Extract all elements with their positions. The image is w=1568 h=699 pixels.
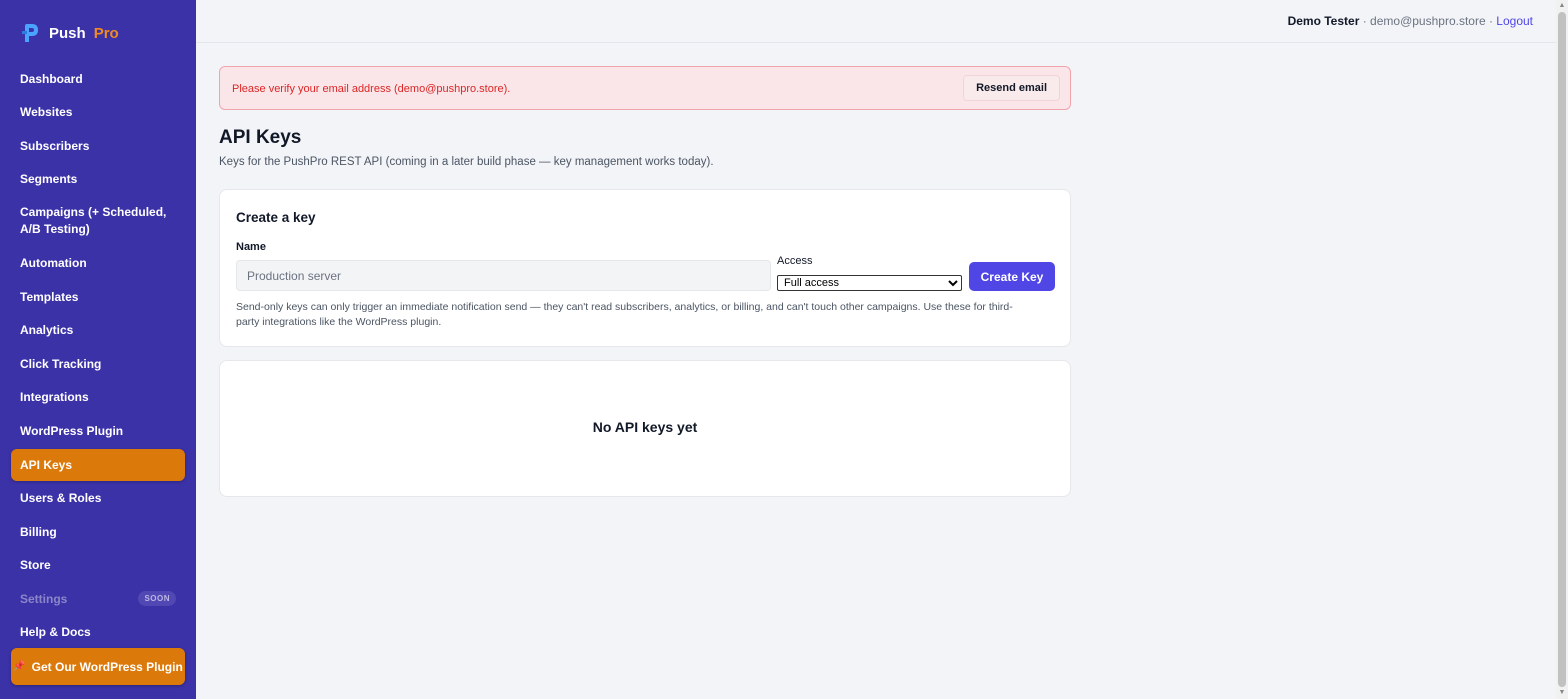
brand-logo[interactable]: Push Pro xyxy=(20,22,119,44)
sidebar-item-label: API Keys xyxy=(20,457,73,472)
sidebar-item-label: Segments xyxy=(20,172,78,187)
logout-link[interactable]: Logout xyxy=(1496,14,1533,28)
sidebar-item-campaigns[interactable]: Campaigns (+ Scheduled, A/B Testing) xyxy=(11,196,185,247)
sidebar-item-label: Integrations xyxy=(20,390,89,405)
sidebar-item-label: WordPress Plugin xyxy=(20,423,124,438)
brand-name: Push xyxy=(49,24,86,42)
separator: · xyxy=(1359,14,1371,28)
sidebar-item-help-docs[interactable]: Help & Docs xyxy=(11,616,185,650)
sidebar-item-store[interactable]: Store xyxy=(11,549,185,583)
user-name: Demo Tester xyxy=(1287,14,1360,28)
sidebar-item-label: Users & Roles xyxy=(20,491,102,506)
separator: · xyxy=(1485,14,1497,28)
soon-badge: SOON xyxy=(138,591,176,607)
sidebar-item-analytics[interactable]: Analytics xyxy=(11,314,185,348)
sidebar-item-api-keys[interactable]: API Keys xyxy=(11,448,185,481)
verify-email-alert: Please verify your email address (demo@p… xyxy=(219,66,1071,110)
topbar: Demo Tester · demo@pushpro.store · Logou… xyxy=(196,0,1556,43)
scroll-up-arrow-icon[interactable]: ▲ xyxy=(1558,2,1566,10)
create-key-button[interactable]: Create Key xyxy=(969,262,1055,291)
sidebar: Push Pro Dashboard Websites Subscribers … xyxy=(0,0,196,699)
sidebar-item-label: Templates xyxy=(20,289,79,304)
sidebar-item-label: Settings xyxy=(20,591,68,606)
api-keys-list-card: No API keys yet xyxy=(219,360,1071,497)
access-label: Access xyxy=(777,255,813,267)
sidebar-item-label: Store xyxy=(20,558,51,573)
sidebar-item-automation[interactable]: Automation xyxy=(11,247,185,281)
scrollbar-thumb[interactable] xyxy=(1558,12,1566,687)
get-wordpress-plugin-button[interactable]: 📌 Get Our WordPress Plugin xyxy=(11,648,185,685)
sidebar-item-label: Campaigns (+ Scheduled, A/B Testing) xyxy=(20,205,167,237)
brand-accent: Pro xyxy=(93,24,119,42)
sidebar-item-label: Help & Docs xyxy=(20,625,91,640)
sidebar-item-label: Click Tracking xyxy=(20,356,102,371)
sidebar-item-label: Websites xyxy=(20,105,73,120)
sidebar-item-label: Analytics xyxy=(20,323,74,338)
create-key-card: Create a key Name Access Full access Cre… xyxy=(219,189,1071,347)
cta-label: Get Our WordPress Plugin xyxy=(31,659,183,674)
access-select[interactable]: Full access xyxy=(777,275,962,291)
sidebar-item-billing[interactable]: Billing xyxy=(11,515,185,549)
sidebar-nav: Dashboard Websites Subscribers Segments … xyxy=(11,62,185,649)
page-scrollbar[interactable]: ▲ ▼ xyxy=(1556,0,1568,699)
sidebar-item-websites[interactable]: Websites xyxy=(11,96,185,130)
sidebar-item-integrations[interactable]: Integrations xyxy=(11,381,185,415)
sidebar-item-wordpress-plugin[interactable]: WordPress Plugin xyxy=(11,414,185,448)
empty-state-message: No API keys yet xyxy=(592,419,698,435)
sidebar-item-segments[interactable]: Segments xyxy=(11,163,185,197)
sidebar-item-label: Dashboard xyxy=(20,71,83,86)
user-email: demo@pushpro.store xyxy=(1370,14,1486,28)
sidebar-item-users-roles[interactable]: Users & Roles xyxy=(11,482,185,516)
alert-message: Please verify your email address (demo@p… xyxy=(232,83,511,95)
key-name-input[interactable] xyxy=(236,260,771,291)
sidebar-item-click-tracking[interactable]: Click Tracking xyxy=(11,347,185,381)
sidebar-item-dashboard[interactable]: Dashboard xyxy=(11,62,185,96)
sidebar-item-templates[interactable]: Templates xyxy=(11,280,185,314)
pin-icon: 📌 xyxy=(13,661,26,672)
name-label: Name xyxy=(236,241,266,253)
access-help-text: Send-only keys can only trigger an immed… xyxy=(236,301,1013,328)
sidebar-item-label: Automation xyxy=(20,256,87,271)
sidebar-item-subscribers[interactable]: Subscribers xyxy=(11,129,185,163)
sidebar-item-label: Subscribers xyxy=(20,138,90,153)
scroll-down-arrow-icon[interactable]: ▼ xyxy=(1558,689,1566,697)
resend-email-button[interactable]: Resend email xyxy=(963,75,1060,101)
page-title: API Keys xyxy=(219,127,302,148)
sidebar-item-label: Billing xyxy=(20,524,57,539)
user-info: Demo Tester · demo@pushpro.store · Logou… xyxy=(1288,14,1533,28)
pushpro-logo-icon xyxy=(20,22,42,44)
sidebar-item-settings: Settings SOON xyxy=(11,582,185,616)
page-subtitle: Keys for the PushPro REST API (coming in… xyxy=(219,156,714,168)
card-title: Create a key xyxy=(236,210,316,225)
